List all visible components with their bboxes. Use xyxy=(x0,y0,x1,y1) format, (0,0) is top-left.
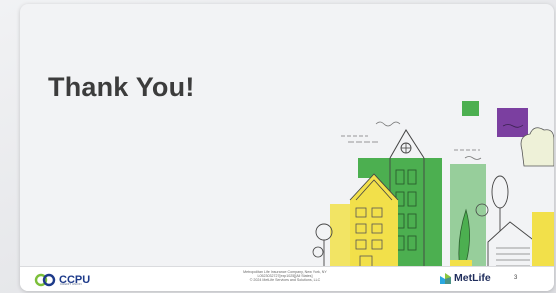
slide: Thank You! CCPU CREDIT UNION Metropolita… xyxy=(20,4,554,291)
metlife-logo-icon xyxy=(440,272,451,284)
slide-footer: CCPU CREDIT UNION Metropolitan Life Insu… xyxy=(20,266,554,291)
city-houses-illustration xyxy=(310,101,554,271)
ccpu-logo-icon xyxy=(34,273,56,286)
slide-title: Thank You! xyxy=(48,72,195,102)
metlife-logo: MetLife xyxy=(440,272,491,284)
disclaimer-line: © 2024 MetLife Services and Solutions, L… xyxy=(249,278,321,283)
ccpu-logo-subtext: CREDIT UNION xyxy=(60,282,82,286)
legal-disclaimer: Metropolitan Life Insurance Company, New… xyxy=(220,270,350,283)
metlife-logo-text: MetLife xyxy=(454,272,491,284)
green-square xyxy=(462,101,479,116)
slide-number: 3 xyxy=(514,275,518,281)
